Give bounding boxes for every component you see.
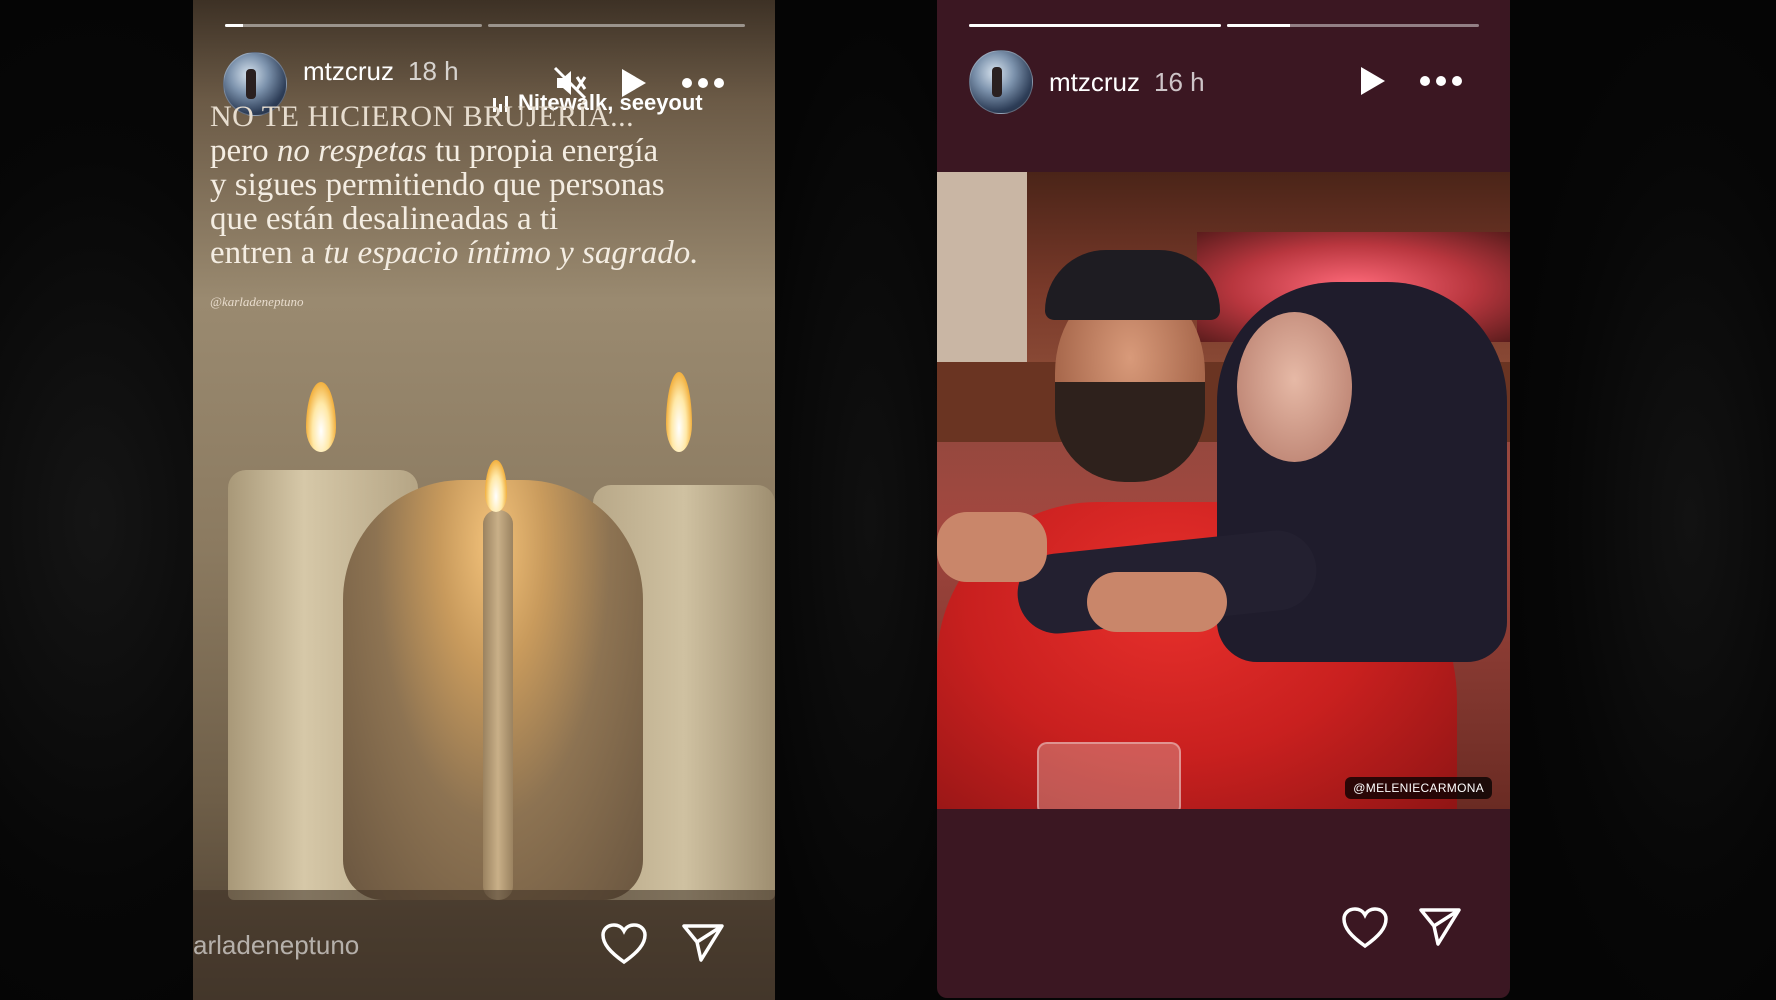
more-icon[interactable] [1419,74,1463,88]
send-icon[interactable] [1418,906,1462,948]
quote-line: que están desalineadas a ti [210,201,559,237]
photo-tag[interactable]: @MELENIECARMONA [1345,777,1492,799]
avatar[interactable] [969,50,1033,114]
progress-segment [969,24,1221,27]
send-icon[interactable] [681,922,725,964]
timestamp: 16 h [1154,66,1205,97]
username[interactable]: mtzcruz [1049,67,1140,98]
mute-icon[interactable] [551,64,589,102]
play-icon[interactable] [1357,64,1387,98]
story-card-left[interactable]: mtzcruz 18 h Nitewalk, seeyout NO TE HIC… [193,0,775,1000]
heart-icon[interactable] [600,922,648,966]
timestamp: 18 h [408,55,459,86]
progress-segment [225,24,482,27]
story-photo: @MELENIECARMONA [937,172,1510,809]
progress-segment [1227,24,1479,27]
quote-line: pero no respetas tu propia energía [210,133,659,169]
quote-line: y sigues permitiendo que personas [210,167,665,203]
quote-credit: @karladeneptuno [210,294,304,309]
quote-text: NO TE HICIERON BRUJERÍA... pero no respe… [210,100,770,270]
candles-image [193,330,775,900]
progress-bar [969,24,1479,27]
more-icon[interactable] [681,76,725,90]
quote-line: entren a tu espacio íntimo y sagrado. [210,235,699,271]
story-card-right[interactable]: mtzcruz 16 h @MELENIECARMONA [937,0,1510,998]
story-header: mtzcruz 16 h [969,50,1205,114]
username[interactable]: mtzcruz [303,56,394,87]
progress-segment [488,24,745,27]
play-icon[interactable] [618,66,648,100]
progress-bar [225,24,745,27]
reply-hint[interactable]: arladeneptuno [193,930,359,961]
heart-icon[interactable] [1341,906,1389,950]
quote-line: NO TE HICIERON BRUJERÍA... [210,100,635,133]
